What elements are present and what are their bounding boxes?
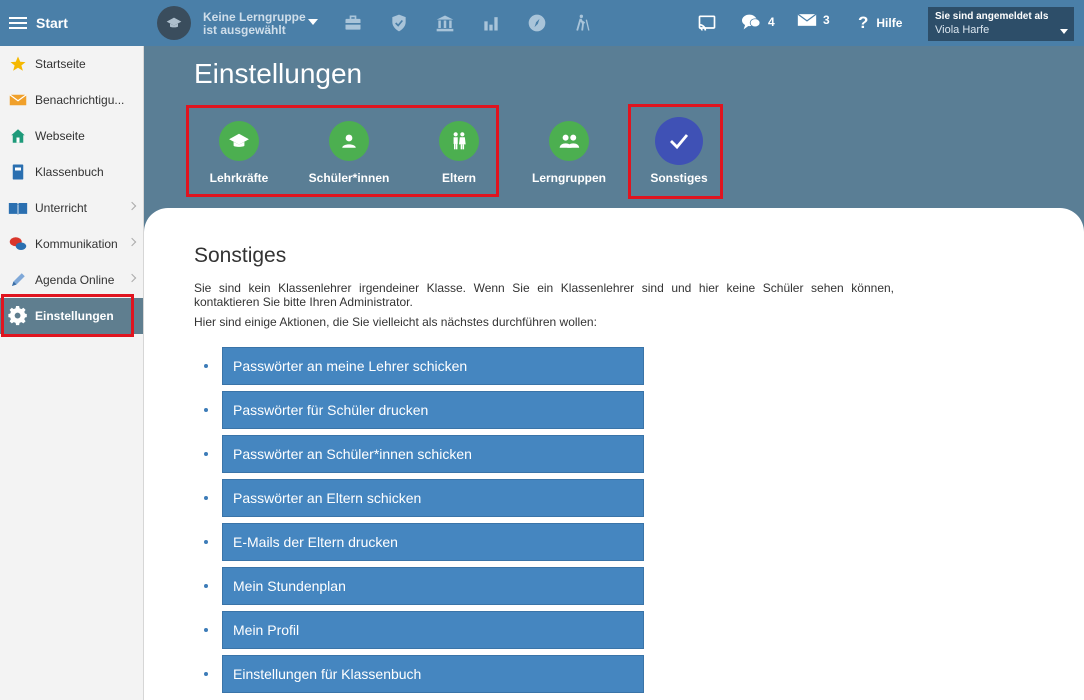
institution-icon[interactable] — [434, 12, 456, 34]
action-button[interactable]: Passwörter an Eltern schicken — [222, 479, 644, 517]
page-title: Einstellungen — [194, 58, 363, 89]
learning-group-badge[interactable] — [157, 6, 191, 40]
action-button[interactable]: Passwörter für Schüler drucken — [222, 391, 644, 429]
start-menu-button[interactable]: Start — [0, 0, 144, 46]
chat-icon — [742, 14, 761, 30]
group-line2: ist ausgewählt — [203, 23, 286, 37]
action-button[interactable]: Passwörter an meine Lehrer schicken — [222, 347, 644, 385]
tab-schuelerinnen[interactable]: Schüler*innen — [294, 116, 404, 185]
sidebar-item-klassenbuch[interactable]: Klassenbuch — [0, 154, 143, 190]
tab-label: Schüler*innen — [308, 171, 390, 185]
action-button[interactable]: E-Mails der Eltern drucken — [222, 523, 644, 561]
sidebar-item-label: Kommunikation — [35, 237, 118, 251]
mail-count: 3 — [823, 13, 830, 27]
chat-notifications[interactable]: 4 — [741, 13, 775, 31]
tab-eltern[interactable]: Eltern — [404, 116, 514, 185]
bullet — [204, 496, 208, 500]
sidebar-item-benachrichtigungen[interactable]: Benachrichtigu... — [0, 82, 143, 118]
action-button[interactable]: Mein Profil — [222, 611, 644, 649]
gear-icon — [8, 306, 28, 326]
chevron-down-icon[interactable] — [308, 19, 318, 25]
tab-label: Lehrkräfte — [209, 171, 269, 185]
bullet — [204, 452, 208, 456]
login-label: Sie sind angemeldet als — [935, 11, 1049, 22]
envelope-icon — [8, 90, 28, 110]
content-card: Sonstiges Sie sind kein Klassenlehrer ir… — [144, 208, 1084, 700]
chat-icon — [8, 234, 28, 254]
tab-lehrkraefte[interactable]: Lehrkräfte — [184, 116, 294, 185]
briefcase-icon[interactable] — [342, 12, 364, 34]
hiking-icon[interactable] — [572, 12, 594, 34]
chat-count: 4 — [768, 15, 775, 29]
sidebar-item-label: Unterricht — [35, 201, 88, 215]
bullet — [204, 628, 208, 632]
chevron-right-icon — [127, 201, 137, 211]
sidebar-item-label: Klassenbuch — [35, 165, 104, 179]
sidebar-item-unterricht[interactable]: Unterricht — [0, 190, 143, 226]
person-icon — [329, 121, 369, 161]
bullet — [204, 364, 208, 368]
chevron-down-icon — [1060, 29, 1068, 34]
action-button[interactable]: Passwörter an Schüler*innen schicken — [222, 435, 644, 473]
tab-label: Lerngruppen — [532, 171, 606, 185]
sidebar-item-label: Startseite — [35, 57, 86, 71]
help-label: Hilfe — [876, 16, 903, 30]
pen-icon — [8, 270, 28, 290]
mail-notifications[interactable]: 3 — [797, 13, 830, 27]
sidebar-item-startseite[interactable]: Startseite — [0, 46, 143, 82]
bullet — [204, 672, 208, 676]
bullet — [204, 584, 208, 588]
bullet — [204, 408, 208, 412]
sidebar-item-label: Benachrichtigu... — [35, 93, 125, 107]
section-title: Sonstiges — [194, 244, 287, 267]
sidebar: Startseite Benachrichtigu... Webseite Kl… — [0, 46, 144, 700]
sidebar-item-label: Einstellungen — [35, 309, 114, 323]
star-icon — [8, 54, 28, 74]
envelope-icon — [797, 13, 817, 26]
book-icon — [8, 162, 28, 182]
user-menu[interactable]: Sie sind angemeldet als Viola Harfe — [928, 7, 1074, 41]
start-label: Start — [36, 15, 68, 31]
learning-group-selector[interactable]: Keine Lerngruppe ist ausgewählt — [203, 11, 306, 37]
user-name: Viola Harfe — [935, 24, 990, 36]
sidebar-item-einstellungen[interactable]: Einstellungen — [0, 298, 143, 334]
sidebar-item-agenda-online[interactable]: Agenda Online — [0, 262, 143, 298]
actions-intro: Hier sind einige Aktionen, die Sie viell… — [194, 315, 597, 329]
top-bar: Start Keine Lerngruppe ist ausgewählt 4 … — [0, 0, 1084, 46]
sidebar-item-kommunikation[interactable]: Kommunikation — [0, 226, 143, 262]
chevron-right-icon — [127, 273, 137, 283]
sidebar-item-label: Agenda Online — [35, 273, 115, 287]
tab-label: Sonstiges — [650, 171, 708, 185]
open-book-icon — [8, 198, 28, 218]
chart-icon[interactable] — [480, 12, 502, 34]
shield-icon[interactable] — [388, 12, 410, 34]
action-button[interactable]: Mein Stundenplan — [222, 567, 644, 605]
tab-label: Eltern — [441, 171, 476, 185]
bullet — [204, 540, 208, 544]
hamburger-icon — [9, 16, 27, 30]
sidebar-item-label: Webseite — [35, 129, 85, 143]
tab-sonstiges[interactable]: Sonstiges — [624, 116, 734, 185]
cast-icon[interactable] — [696, 12, 718, 34]
compass-icon[interactable] — [526, 12, 548, 34]
help-button[interactable]: ? Hilfe — [858, 13, 902, 33]
question-icon: ? — [858, 13, 869, 32]
action-button[interactable]: Einstellungen für Klassenbuch — [222, 655, 644, 693]
tab-lerngruppen[interactable]: Lerngruppen — [514, 116, 624, 185]
graduation-cap-icon — [219, 121, 259, 161]
graduation-cap-icon — [166, 17, 182, 28]
home-icon — [8, 126, 28, 146]
sidebar-item-webseite[interactable]: Webseite — [0, 118, 143, 154]
info-text: Sie sind kein Klassenlehrer irgendeiner … — [194, 281, 894, 309]
group-icon — [549, 121, 589, 161]
chevron-right-icon — [127, 237, 137, 247]
parents-icon — [439, 121, 479, 161]
check-icon — [655, 117, 703, 165]
